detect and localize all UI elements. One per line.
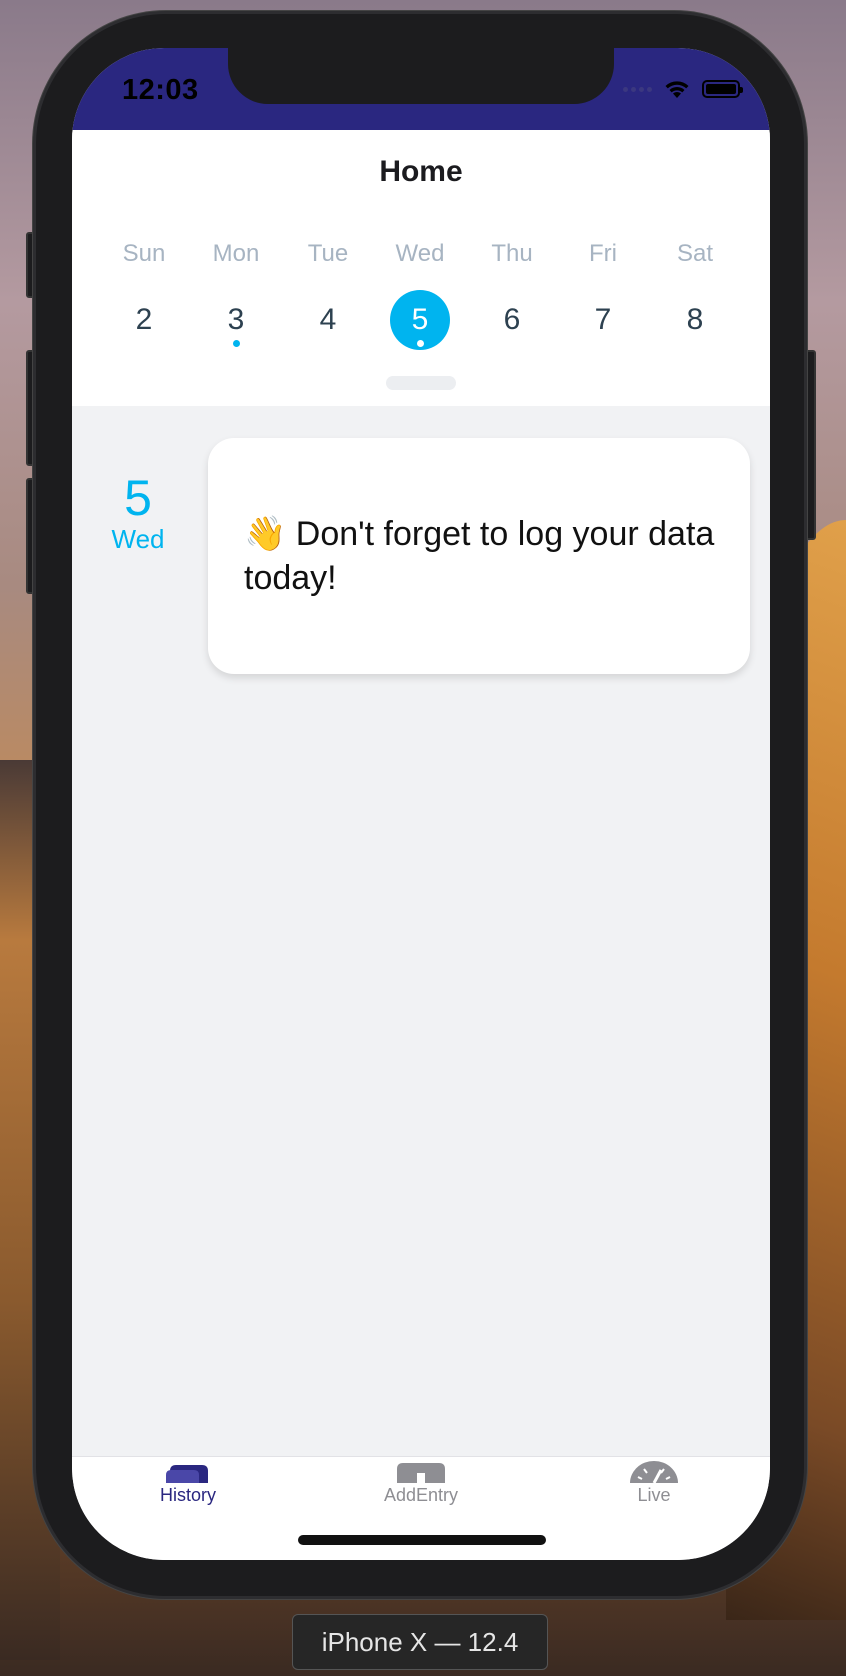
day-number[interactable]: 8 [665, 290, 725, 350]
day-number[interactable]: 7 [573, 290, 633, 350]
tab-history[interactable]: History [98, 1457, 278, 1507]
calendar-day-sat[interactable]: Sat 8 [655, 234, 735, 350]
day-name: Wed [395, 240, 445, 267]
cellular-signal-icon [623, 86, 652, 92]
tab-add-entry[interactable]: AddEntry [331, 1457, 511, 1507]
home-indicator[interactable] [298, 1535, 546, 1545]
add-entry-icon [397, 1461, 445, 1483]
status-time: 12:03 [122, 74, 199, 106]
tab-label: Live [637, 1485, 671, 1505]
agenda-day-number: 5 [124, 470, 152, 526]
live-gauge-icon [630, 1461, 678, 1484]
day-name: Tue [307, 240, 349, 267]
calendar-day-mon[interactable]: Mon 3 [196, 234, 276, 350]
day-name: Sat [676, 240, 714, 267]
battery-icon [702, 80, 743, 98]
simulator-device-label: iPhone X — 12.4 [292, 1614, 548, 1670]
tab-label: AddEntry [383, 1485, 459, 1505]
phone-notch [228, 48, 614, 104]
tab-live[interactable]: Live [564, 1457, 744, 1507]
event-dot-icon [233, 340, 240, 347]
event-dot-icon [417, 340, 424, 347]
phone-power-button [804, 350, 816, 540]
calendar-day-tue[interactable]: Tue 4 [288, 234, 368, 350]
history-icon [164, 1461, 212, 1483]
calendar-expand-handle[interactable] [386, 376, 456, 390]
wifi-icon [665, 81, 689, 98]
day-number-selected[interactable]: 5 [390, 290, 450, 350]
reminder-card[interactable]: 👋 Don't forget to log your data today! [208, 438, 750, 674]
day-number[interactable]: 4 [298, 290, 358, 350]
day-name: Thu [491, 240, 533, 267]
bottom-tab-bar: History AddEntry Live [72, 1456, 770, 1560]
day-number[interactable]: 2 [114, 290, 174, 350]
agenda-day-label: 5 Wed [102, 472, 174, 554]
status-icons [623, 78, 743, 100]
week-calendar-strip[interactable]: Sun 2 Mon 3 Tue 4 Wed 5 Thu 6 Fri 7 Sat … [72, 214, 770, 406]
day-number[interactable]: 3 [206, 290, 266, 350]
page-title: Home [379, 155, 463, 188]
calendar-day-fri[interactable]: Fri 7 [563, 234, 643, 350]
phone-screen: 12:03 Home Sun 2 Mon 3 Tue 4 Wed 5 Thu 6… [72, 48, 770, 1560]
tab-label: History [159, 1485, 216, 1505]
calendar-day-thu[interactable]: Thu 6 [472, 234, 552, 350]
calendar-day-sun[interactable]: Sun 2 [104, 234, 184, 350]
agenda-day-name: Wed [111, 524, 165, 554]
reminder-text: 👋 Don't forget to log your data today! [244, 515, 715, 597]
day-name: Sun [122, 240, 166, 267]
calendar-day-wed[interactable]: Wed 5 [380, 234, 460, 350]
day-number[interactable]: 6 [482, 290, 542, 350]
day-name: Fri [589, 240, 617, 267]
day-name: Mon [212, 240, 260, 267]
nav-header: Home [72, 130, 770, 215]
